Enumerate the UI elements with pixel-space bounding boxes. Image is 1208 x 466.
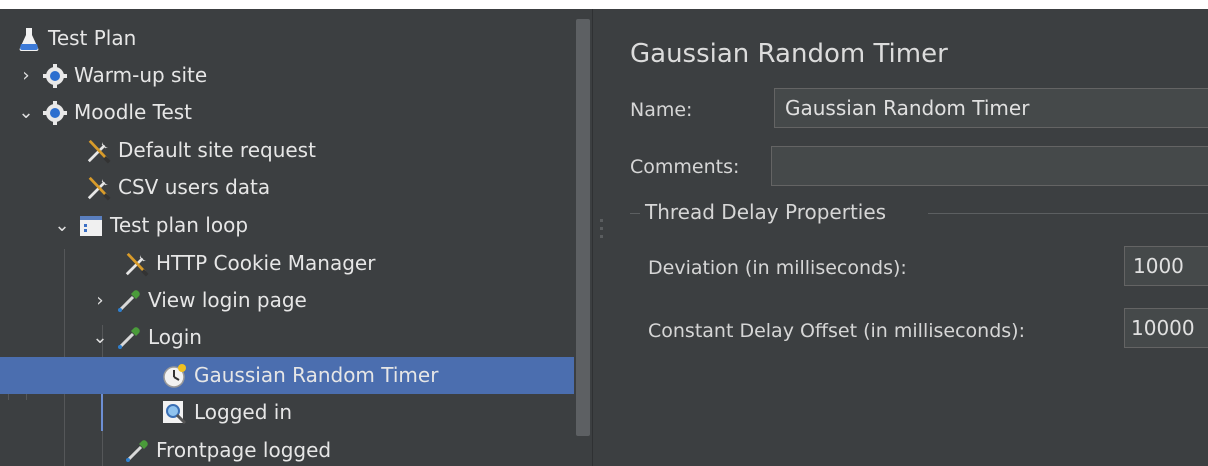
tree-item-label: CSV users data: [118, 175, 271, 199]
wrench-screwdriver-icon: [124, 251, 150, 277]
flask-icon: [16, 26, 42, 52]
chevron-right-icon[interactable]: ›: [92, 282, 108, 319]
panel-title: Gaussian Random Timer: [630, 39, 948, 69]
name-label: Name:: [630, 99, 693, 121]
tree-item-view-login-page[interactable]: › View login page: [0, 282, 574, 319]
constant-delay-offset-field[interactable]: 10000: [1124, 308, 1208, 348]
name-field[interactable]: Gaussian Random Timer: [774, 88, 1208, 128]
tree-item-warm-up-site[interactable]: › Warm-up site: [0, 57, 574, 94]
tree-item-test-plan-loop[interactable]: ⌄ Test plan loop: [0, 207, 574, 244]
tree-item-moodle-test[interactable]: ⌄ Moodle Test: [0, 94, 574, 131]
test-plan-tree: Test Plan › Warm-up site ⌄ Moodle Test D…: [0, 9, 574, 466]
tree-item-gaussian-random-timer[interactable]: Gaussian Random Timer: [0, 357, 574, 394]
tree-item-label: HTTP Cookie Manager: [156, 251, 376, 275]
tree-item-label: Frontpage logged: [156, 438, 332, 462]
tree-item-default-site-request[interactable]: Default site request: [0, 132, 574, 169]
jmeter-window: Test Plan › Warm-up site ⌄ Moodle Test D…: [0, 9, 1208, 466]
group-border-line: [630, 213, 640, 214]
deviation-field[interactable]: 1000: [1124, 246, 1208, 286]
chevron-right-icon[interactable]: ›: [18, 57, 34, 94]
wrench-screwdriver-icon: [86, 138, 112, 164]
splitter-grip-dot: [600, 227, 603, 230]
group-border-line: [928, 213, 1208, 214]
timer-settings-panel: Gaussian Random Timer Name: Gaussian Ran…: [610, 9, 1208, 466]
tree-item-label: Logged in: [194, 400, 293, 424]
timer-icon: [162, 363, 188, 389]
pipette-icon: [124, 438, 150, 464]
magnifier-assertion-icon: [162, 400, 188, 426]
comments-field[interactable]: [771, 146, 1208, 186]
tree-item-label: Test Plan: [48, 26, 137, 50]
tree-item-http-cookie-manager[interactable]: HTTP Cookie Manager: [0, 245, 574, 282]
tree-item-frontpage-logged[interactable]: Frontpage logged: [0, 432, 574, 466]
constant-delay-offset-label: Constant Delay Offset (in milliseconds):: [648, 320, 1025, 342]
gear-icon: [42, 100, 68, 126]
tree-scrollbar-thumb[interactable]: [576, 19, 590, 436]
wrench-screwdriver-icon: [86, 175, 112, 201]
pipette-icon: [116, 325, 142, 351]
loop-controller-icon: [78, 213, 104, 239]
gear-icon: [42, 63, 68, 89]
tree-item-csv-users-data[interactable]: CSV users data: [0, 169, 574, 206]
tree-item-label: Warm-up site: [74, 63, 208, 87]
tree-item-logged-in[interactable]: Logged in: [0, 394, 574, 431]
tree-item-label: Moodle Test: [74, 100, 193, 124]
tree-item-label: Gaussian Random Timer: [194, 363, 439, 387]
chevron-down-icon[interactable]: ⌄: [92, 319, 108, 356]
tree-item-label: View login page: [148, 288, 307, 312]
pipette-icon: [116, 288, 142, 314]
tree-item-login[interactable]: ⌄ Login: [0, 319, 574, 356]
tree-scrollbar[interactable]: [574, 9, 592, 466]
thread-delay-group-title: Thread Delay Properties: [643, 200, 889, 224]
tree-item-label: Login: [148, 325, 202, 349]
split-pane-divider[interactable]: [592, 9, 611, 466]
comments-label: Comments:: [630, 156, 740, 178]
chevron-down-icon[interactable]: ⌄: [54, 207, 70, 244]
splitter-grip-dot: [600, 235, 603, 238]
tree-item-label: Test plan loop: [110, 213, 249, 237]
splitter-grip-dot: [600, 219, 603, 222]
tree-item-test-plan[interactable]: Test Plan: [0, 20, 574, 57]
deviation-label: Deviation (in milliseconds):: [648, 257, 907, 279]
tree-item-label: Default site request: [118, 138, 316, 162]
chevron-down-icon[interactable]: ⌄: [18, 94, 34, 131]
